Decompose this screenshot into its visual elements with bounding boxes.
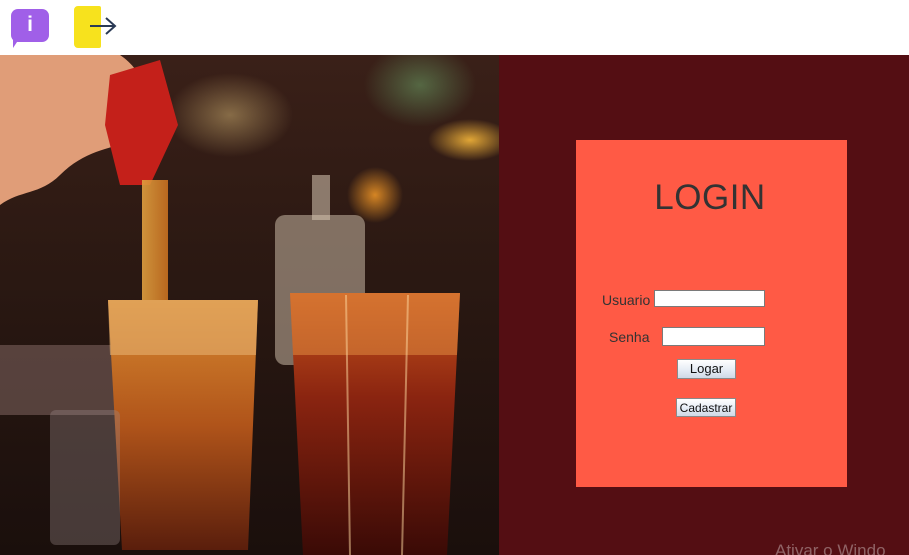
toolbar: i (0, 0, 909, 55)
username-label: Usuario (602, 292, 651, 308)
login-button[interactable]: Logar (677, 359, 736, 379)
pour-stream (142, 180, 168, 320)
password-input[interactable] (662, 327, 765, 346)
activation-watermark: Ativar o Windo (775, 541, 886, 555)
info-button[interactable]: i (11, 9, 49, 49)
exit-arrow-icon (90, 17, 117, 35)
app-window: i LOGIN Usuario Senha Logar Cadastrar At… (0, 0, 909, 555)
info-glyph: i (27, 13, 33, 36)
login-title: LOGIN (654, 178, 766, 217)
password-label: Senha (609, 329, 650, 345)
register-button[interactable]: Cadastrar (676, 398, 736, 417)
pour-bottle (105, 60, 178, 185)
exit-button[interactable] (74, 6, 118, 48)
username-input[interactable] (654, 290, 765, 307)
login-card: LOGIN Usuario Senha Logar Cadastrar (576, 140, 847, 487)
bar-drinks-photo (0, 55, 499, 555)
login-panel: LOGIN Usuario Senha Logar Cadastrar (499, 55, 909, 555)
photo-illustration (0, 55, 460, 555)
